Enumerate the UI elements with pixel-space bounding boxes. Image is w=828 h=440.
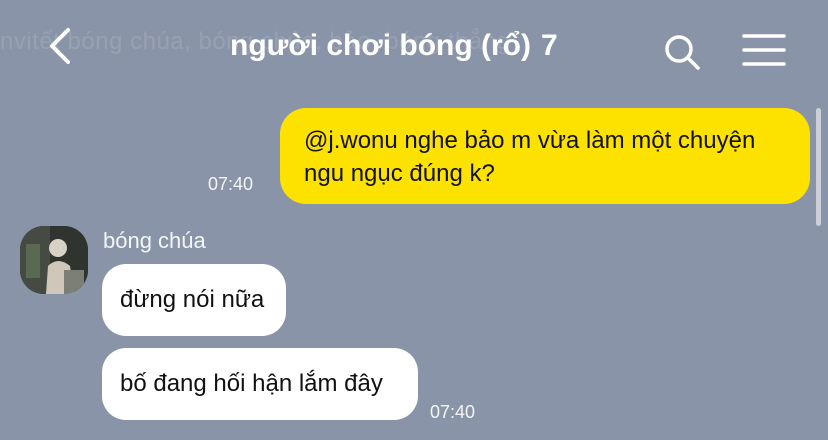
chat-title-group[interactable]: người chơi bóng (rổ) 7 [230, 24, 558, 68]
search-icon [665, 35, 700, 70]
message-timestamp: 07:40 [208, 174, 254, 194]
incoming-message-bubble[interactable]: bố đang hối hận lắm đây [102, 348, 418, 420]
outgoing-message-bubble[interactable]: @j.wonu nghe bảo m vừa làm một chuyện ng… [280, 108, 810, 204]
back-button[interactable] [44, 24, 80, 68]
avatar-photo [20, 226, 88, 294]
sender-name: bóng chúa [103, 228, 206, 253]
avatar[interactable] [20, 226, 88, 294]
hamburger-menu-icon [742, 34, 786, 66]
incoming-message-bubble[interactable]: đừng nói nữa [102, 264, 286, 336]
scrollbar[interactable] [816, 108, 821, 226]
chat-header: nvitết bóng chúa, bóng chúa, bảo, bóng t… [0, 0, 828, 96]
member-count: 7 [541, 29, 558, 62]
chevron-left-icon [50, 28, 70, 64]
menu-button[interactable] [742, 32, 786, 68]
search-button[interactable] [662, 32, 702, 72]
chat-title: người chơi bóng (rổ) [230, 29, 531, 62]
message-timestamp: 07:40 [430, 402, 476, 422]
